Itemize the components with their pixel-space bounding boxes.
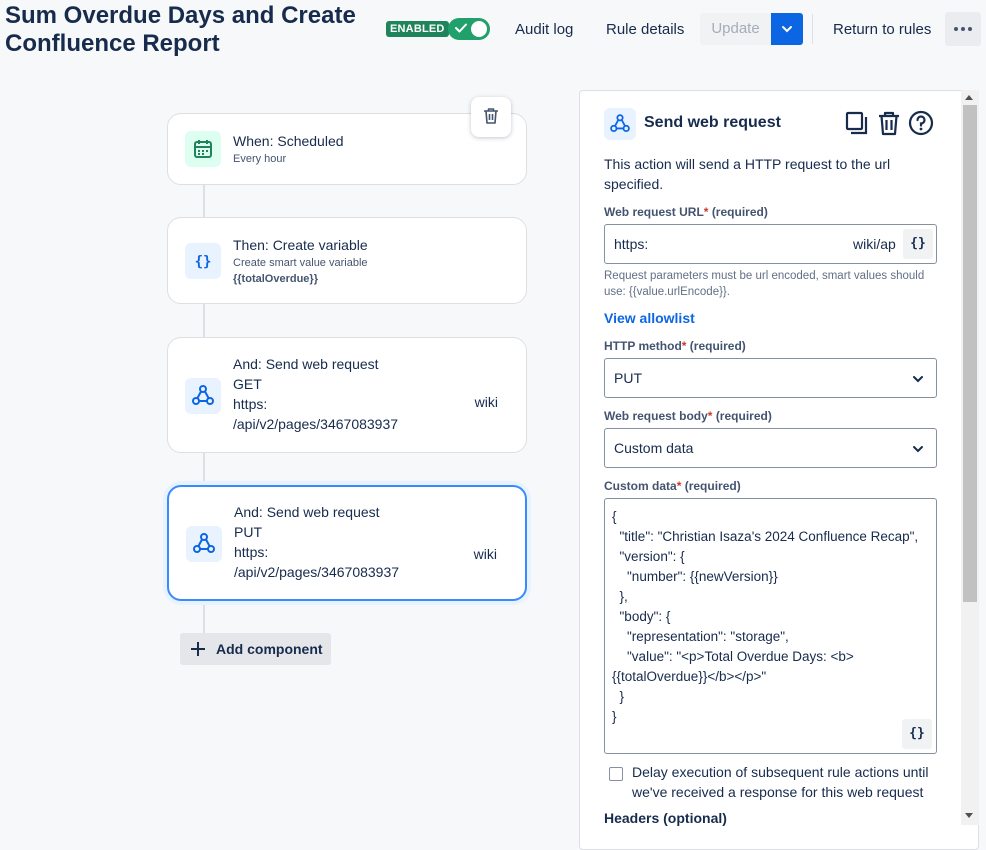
webhook-icon xyxy=(186,526,222,562)
web-request-body-select[interactable]: Custom data xyxy=(604,428,937,468)
flow-connector xyxy=(203,184,205,218)
audit-log-button[interactable]: Audit log xyxy=(511,14,577,46)
request-url-path: /api/v2/pages/3467083937 xyxy=(233,416,399,432)
chevron-down-icon xyxy=(913,446,923,453)
card-title: And: Send web request xyxy=(233,356,379,372)
return-to-rules-button[interactable]: Return to rules xyxy=(829,14,935,46)
flow-connector xyxy=(203,303,205,338)
view-allowlist-link[interactable]: View allowlist xyxy=(604,310,695,326)
card-title: And: Send web request xyxy=(234,504,380,520)
web-request-url-input[interactable]: https: wiki/ap {} xyxy=(604,224,937,264)
toggle-knob xyxy=(471,21,487,37)
delay-execution-checkbox[interactable] xyxy=(609,767,623,781)
update-button[interactable]: Update xyxy=(700,13,771,45)
request-url-end: wiki xyxy=(473,546,497,562)
request-url-start: https: xyxy=(234,544,269,560)
flow-connector xyxy=(203,452,205,486)
update-dropdown-button[interactable] xyxy=(771,13,803,45)
trash-icon xyxy=(879,111,899,136)
web-request-put-card[interactable]: And: Send web request PUT https: /api/v2… xyxy=(167,485,527,601)
webhook-icon xyxy=(185,378,221,414)
smart-value-button[interactable]: {} xyxy=(902,719,932,749)
card-title: When: Scheduled xyxy=(233,133,344,149)
add-component-label: Add component xyxy=(216,641,323,657)
delete-component-button[interactable] xyxy=(471,97,511,137)
scrollbar-thumb[interactable] xyxy=(963,105,977,602)
panel-description: This action will send a HTTP request to … xyxy=(604,156,891,192)
page-title: Sum Overdue Days and Create Confluence R… xyxy=(5,2,356,57)
create-variable-card[interactable]: {} Then: Create variable Create smart va… xyxy=(167,217,527,304)
enabled-toggle[interactable] xyxy=(448,18,490,40)
rule-details-button[interactable]: Rule details xyxy=(602,14,688,46)
web-request-get-card[interactable]: And: Send web request GET https: /api/v2… xyxy=(167,337,527,453)
smart-value-button[interactable]: {} xyxy=(903,229,933,259)
custom-data-content: { "title": "Christian Isaza's 2024 Confl… xyxy=(612,509,919,724)
calendar-icon xyxy=(185,131,221,167)
request-url-start: https: xyxy=(233,396,268,412)
scroll-up-arrow-icon[interactable] xyxy=(965,95,973,100)
http-method-value: PUT xyxy=(614,370,642,386)
question-circle-icon xyxy=(908,110,934,136)
status-badge: ENABLED xyxy=(386,21,449,37)
request-method: PUT xyxy=(234,524,262,540)
body-field-label: Web request body* (required) xyxy=(604,409,772,423)
delay-execution-label[interactable]: Delay execution of subsequent rule actio… xyxy=(632,762,937,802)
card-subtitle: Every hour xyxy=(233,153,287,165)
request-method: GET xyxy=(233,376,262,392)
chevron-down-icon xyxy=(913,376,923,383)
flow-connector xyxy=(203,600,205,634)
url-value-start: https: xyxy=(614,236,649,252)
url-field-label: Web request URL* (required) xyxy=(604,205,768,219)
custom-data-label: Custom data* (required) xyxy=(604,479,741,493)
plus-icon xyxy=(191,642,205,656)
chevron-down-icon xyxy=(782,26,792,33)
more-icon xyxy=(954,27,958,31)
curly-braces-icon: {} xyxy=(185,243,221,279)
request-url-end: wiki xyxy=(474,394,498,410)
card-title: Then: Create variable xyxy=(233,237,368,253)
http-method-select[interactable]: PUT xyxy=(604,358,937,398)
variable-name: {{totalOverdue}} xyxy=(233,273,318,285)
method-field-label: HTTP method* (required) xyxy=(604,339,746,353)
scroll-down-arrow-icon[interactable] xyxy=(965,813,973,818)
url-value-end: wiki/ap xyxy=(853,236,896,252)
trash-icon xyxy=(484,108,498,124)
copy-button[interactable] xyxy=(843,110,869,136)
request-url-path: /api/v2/pages/3467083937 xyxy=(234,564,400,580)
check-icon xyxy=(455,23,467,33)
header-divider xyxy=(812,14,813,44)
delete-button[interactable] xyxy=(876,110,902,136)
help-button[interactable] xyxy=(908,110,934,136)
card-subtitle: Create smart value variable xyxy=(233,257,368,269)
body-type-value: Custom data xyxy=(614,440,694,456)
svg-text:{}: {} xyxy=(195,254,212,270)
headers-label: Headers (optional) xyxy=(604,810,727,826)
custom-data-textarea[interactable]: { "title": "Christian Isaza's 2024 Confl… xyxy=(604,498,937,754)
webhook-icon xyxy=(604,108,636,140)
more-options-button[interactable] xyxy=(945,12,981,46)
add-component-button[interactable]: Add component xyxy=(180,633,331,665)
url-help-text: Request parameters must be url encoded, … xyxy=(604,270,925,298)
copy-icon xyxy=(845,111,868,135)
panel-title: Send web request xyxy=(644,114,781,131)
